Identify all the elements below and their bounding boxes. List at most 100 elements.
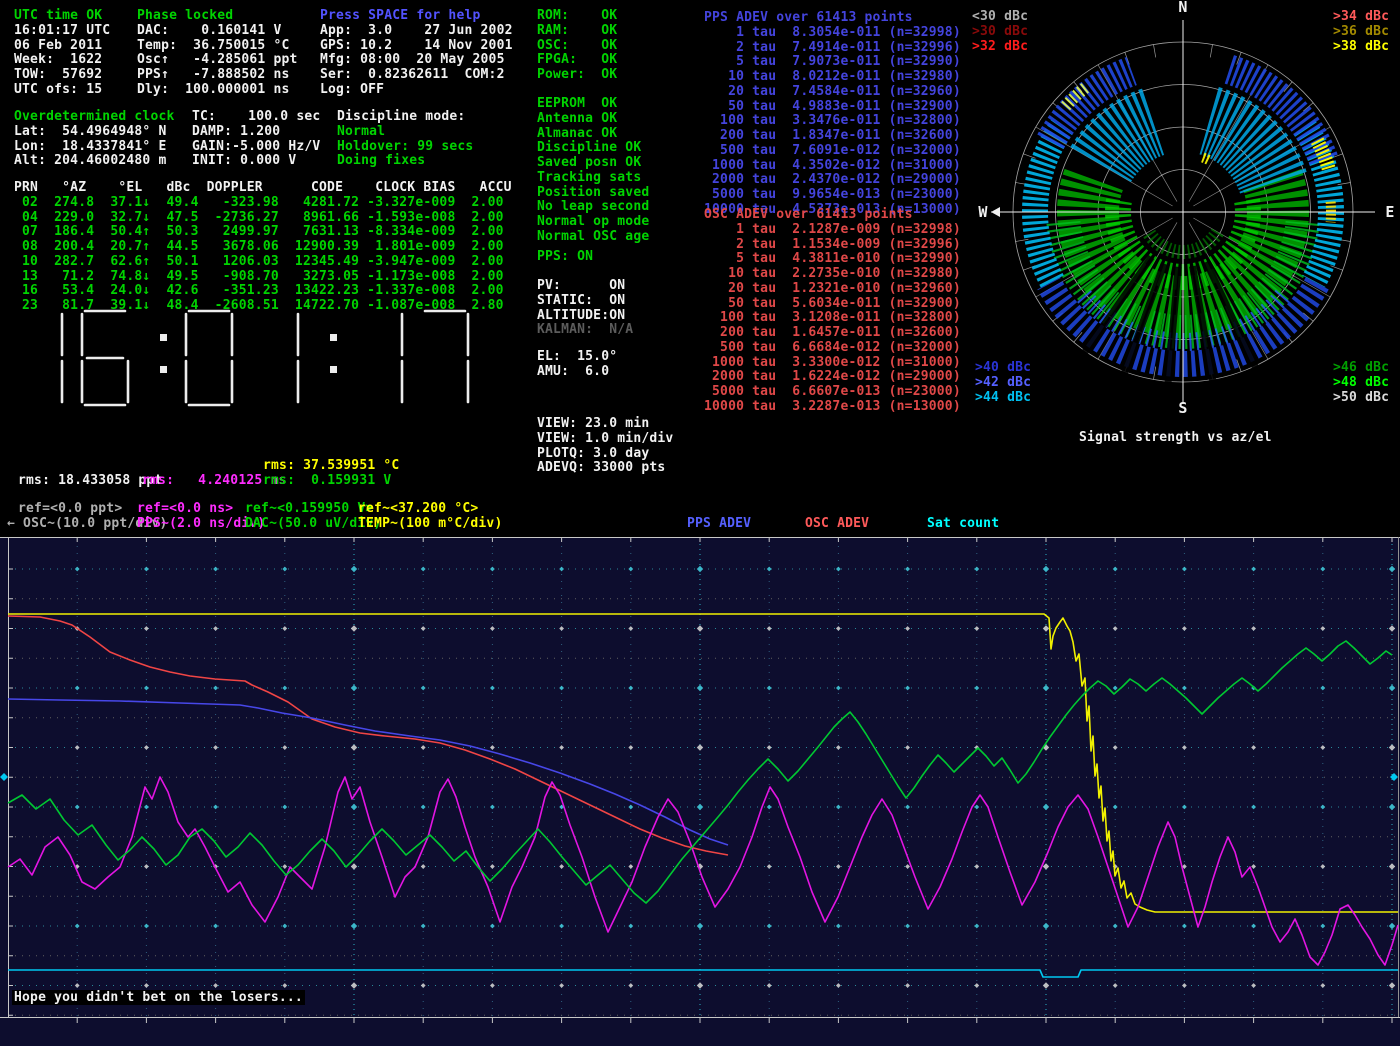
gps-health-line-0: EEPROM OK bbox=[537, 97, 649, 112]
phase-status-line-5: Dly: 100.000001 ns bbox=[137, 83, 298, 98]
label-sat-count-line-0: Sat count bbox=[927, 517, 999, 532]
osc-adev-table-line-7: 100 tau 3.1208e-011 (n=32800) bbox=[704, 311, 961, 326]
osc-adev-table-line-9: 500 tau 6.6684e-012 (n=32000) bbox=[704, 341, 961, 356]
gps-health-line-6: Position saved bbox=[537, 186, 649, 201]
view-settings-line-1: VIEW: 1.0 min/div bbox=[537, 432, 673, 447]
pps-adev-table-line-1: 1 tau 8.3054e-011 (n=32998) bbox=[704, 26, 961, 41]
sat-table-line-0: PRN °AZ °EL dBc DOPPLER CODE CLOCK BIAS … bbox=[14, 181, 512, 196]
scale-temp: TEMP~(100 m°C/div) bbox=[358, 517, 502, 532]
receiver-status-line-2: OSC: OK bbox=[537, 39, 617, 54]
discipline-mode-line-3: Doing fixes bbox=[337, 154, 473, 169]
discipline-mode: Discipline mode:NormalHoldover: 99 secsD… bbox=[337, 110, 473, 169]
phase-status-line-4: PPS↑ -7.888502 ns bbox=[137, 68, 298, 83]
label-pps-adev: PPS ADEV bbox=[687, 517, 751, 532]
digital-clock bbox=[14, 306, 494, 412]
pps-state: PPS: ON bbox=[537, 250, 593, 265]
fix-flags-line-0: PV: ON bbox=[537, 279, 633, 294]
pps-adev-table-line-10: 1000 tau 4.3502e-012 (n=31000) bbox=[704, 159, 961, 174]
help-version-line-5: Log: OFF bbox=[320, 83, 513, 98]
osc-adev-table-line-10: 1000 tau 3.3300e-012 (n=31000) bbox=[704, 356, 961, 371]
osc-adev-table-line-8: 200 tau 1.6457e-011 (n=32600) bbox=[704, 326, 961, 341]
polar-label-east: E bbox=[1385, 203, 1394, 221]
mask-settings-line-0: EL: 15.0° bbox=[537, 350, 617, 365]
pps-adev-table-line-2: 2 tau 7.4914e-011 (n=32996) bbox=[704, 41, 961, 56]
pps-adev-table-line-8: 200 tau 1.8347e-011 (n=32600) bbox=[704, 129, 961, 144]
utc-status-line-5: UTC ofs: 15 bbox=[14, 83, 110, 98]
phase-status: Phase lockedDAC: 0.160141 VTemp: 36.7500… bbox=[137, 9, 298, 98]
polar-label-north: N bbox=[1178, 0, 1187, 16]
pps-adev-table-line-12: 5000 tau 9.9654e-013 (n=23000) bbox=[704, 188, 961, 203]
polar-label-south: S bbox=[1178, 399, 1187, 417]
sat-table-line-4: 08 200.4 20.7↑ 44.5 3678.06 12900.39 1.8… bbox=[14, 240, 512, 255]
loop-params-line-0: TC: 100.0 sec bbox=[192, 110, 320, 125]
discipline-mode-line-0: Discipline mode: bbox=[337, 110, 473, 125]
osc-adev-table-line-0: OSC ADEV over 61413 points bbox=[704, 208, 961, 223]
help-version-line-0: Press SPACE for help bbox=[320, 9, 513, 24]
help-version-line-1: App: 3.0 27 Jun 2002 bbox=[320, 24, 513, 39]
sat-table-line-2: 04 229.0 32.7↓ 47.5 -2736.27 8961.66 -1.… bbox=[14, 211, 512, 226]
pps-state-line-0: PPS: ON bbox=[537, 250, 593, 265]
osc-adev-table-line-2: 2 tau 1.1534e-009 (n=32996) bbox=[704, 238, 961, 253]
phase-status-line-3: Osc↑ -4.285061 ppt bbox=[137, 53, 298, 68]
phase-status-line-0: Phase locked bbox=[137, 9, 298, 24]
help-version: Press SPACE for helpApp: 3.0 27 Jun 2002… bbox=[320, 9, 513, 98]
osc-adev-table: OSC ADEV over 61413 points 1 tau 2.1287e… bbox=[704, 208, 961, 415]
receiver-status: ROM: OKRAM: OKOSC: OKFPGA: OKPower: OK bbox=[537, 9, 617, 83]
label-sat-count: Sat count bbox=[927, 517, 999, 532]
position-info-line-2: Lon: 18.4337841° E bbox=[14, 140, 175, 155]
ref-dac-line-0: ref~<0.159950 V> bbox=[245, 502, 373, 517]
ref-pps-line-0: ref=<0.0 ns> bbox=[137, 502, 233, 517]
heather-screen: UTC time OK16:01:17 UTC06 Feb 2011Week: … bbox=[0, 0, 1400, 1046]
phase-status-line-2: Temp: 36.750015 °C bbox=[137, 39, 298, 54]
help-version-line-3: Mfg: 08:00 20 May 2005 bbox=[320, 53, 513, 68]
view-settings-line-2: PLOTQ: 3.0 day bbox=[537, 447, 673, 462]
gps-health-line-8: Normal op mode bbox=[537, 215, 649, 230]
polar-caption-line-0: Signal strength vs az/el bbox=[1079, 431, 1272, 446]
sat-table-line-1: 02 274.8 37.1↓ 49.4 -323.98 4281.72 -3.3… bbox=[14, 196, 512, 211]
fix-flags: PV: ONSTATIC: ONALTITUDE:ONKALMAN: N/A bbox=[537, 279, 633, 338]
label-pps-adev-line-0: PPS ADEV bbox=[687, 517, 751, 532]
pps-adev-table-line-5: 20 tau 7.4584e-011 (n=32960) bbox=[704, 85, 961, 100]
plot-message: Hope you didn't bet on the losers... bbox=[12, 991, 305, 1006]
gps-health-line-2: Almanac OK bbox=[537, 127, 649, 142]
position-info-line-1: Lat: 54.4964948° N bbox=[14, 125, 175, 140]
view-settings-line-3: ADEVQ: 33000 pts bbox=[537, 461, 673, 476]
sat-table-line-7: 16 53.4 24.0↓ 42.6 -351.23 13422.23 -1.3… bbox=[14, 284, 512, 299]
ref-temp: ref~<37.200 °C> bbox=[358, 502, 478, 517]
sat-table-line-5: 10 282.7 62.6↑ 50.1 1206.03 12345.49 -3.… bbox=[14, 255, 512, 270]
ref-osc: ref=<0.0 ppt> bbox=[18, 502, 122, 517]
label-osc-adev-line-0: OSC ADEV bbox=[805, 517, 869, 532]
utc-status-line-3: Week: 1622 bbox=[14, 53, 110, 68]
discipline-mode-line-1: Normal bbox=[337, 125, 473, 140]
utc-status-line-1: 16:01:17 UTC bbox=[14, 24, 110, 39]
receiver-status-line-1: RAM: OK bbox=[537, 24, 617, 39]
pps-adev-table-line-11: 2000 tau 2.4370e-012 (n=29000) bbox=[704, 173, 961, 188]
pps-adev-table-line-6: 50 tau 4.9883e-011 (n=32900) bbox=[704, 100, 961, 115]
receiver-status-line-3: FPGA: OK bbox=[537, 53, 617, 68]
gps-health: EEPROM OKAntenna OKAlmanac OKDiscipline … bbox=[537, 97, 649, 245]
polar-caption: Signal strength vs az/el bbox=[1079, 431, 1272, 446]
osc-adev-table-line-1: 1 tau 2.1287e-009 (n=32998) bbox=[704, 223, 961, 238]
pps-adev-table-line-3: 5 tau 7.9073e-011 (n=32990) bbox=[704, 55, 961, 70]
rms-dac-line-0: rms: 0.159931 V bbox=[263, 474, 391, 489]
fix-flags-line-2: ALTITUDE:ON bbox=[537, 309, 633, 324]
receiver-status-line-0: ROM: OK bbox=[537, 9, 617, 24]
gps-health-line-4: Saved posn OK bbox=[537, 156, 649, 171]
fix-flags-line-1: STATIC: ON bbox=[537, 294, 633, 309]
loop-params-line-3: INIT: 0.000 V bbox=[192, 154, 320, 169]
help-version-line-2: GPS: 10.2 14 Nov 2001 bbox=[320, 39, 513, 54]
gps-health-line-3: Discipline OK bbox=[537, 141, 649, 156]
loop-params-line-2: GAIN:-5.000 Hz/V bbox=[192, 140, 320, 155]
osc-adev-table-line-11: 2000 tau 1.6224e-012 (n=29000) bbox=[704, 370, 961, 385]
position-info-line-3: Alt: 204.46002480 m bbox=[14, 154, 175, 169]
pps-adev-table-line-4: 10 tau 8.0212e-011 (n=32980) bbox=[704, 70, 961, 85]
loop-params: TC: 100.0 secDAMP: 1.200GAIN:-5.000 Hz/V… bbox=[192, 110, 320, 169]
osc-adev-table-line-5: 20 tau 1.2321e-010 (n=32960) bbox=[704, 282, 961, 297]
osc-adev-table-line-3: 5 tau 4.3811e-010 (n=32990) bbox=[704, 252, 961, 267]
gps-health-line-9: Normal OSC age bbox=[537, 230, 649, 245]
strip-chart[interactable] bbox=[0, 537, 1400, 1046]
pps-adev-table-line-7: 100 tau 3.3476e-011 (n=32800) bbox=[704, 114, 961, 129]
help-version-line-4: Ser: 0.82362611 COM:2 bbox=[320, 68, 513, 83]
pps-adev-table-line-9: 500 tau 7.6091e-012 (n=32000) bbox=[704, 144, 961, 159]
ref-temp-line-0: ref~<37.200 °C> bbox=[358, 502, 478, 517]
